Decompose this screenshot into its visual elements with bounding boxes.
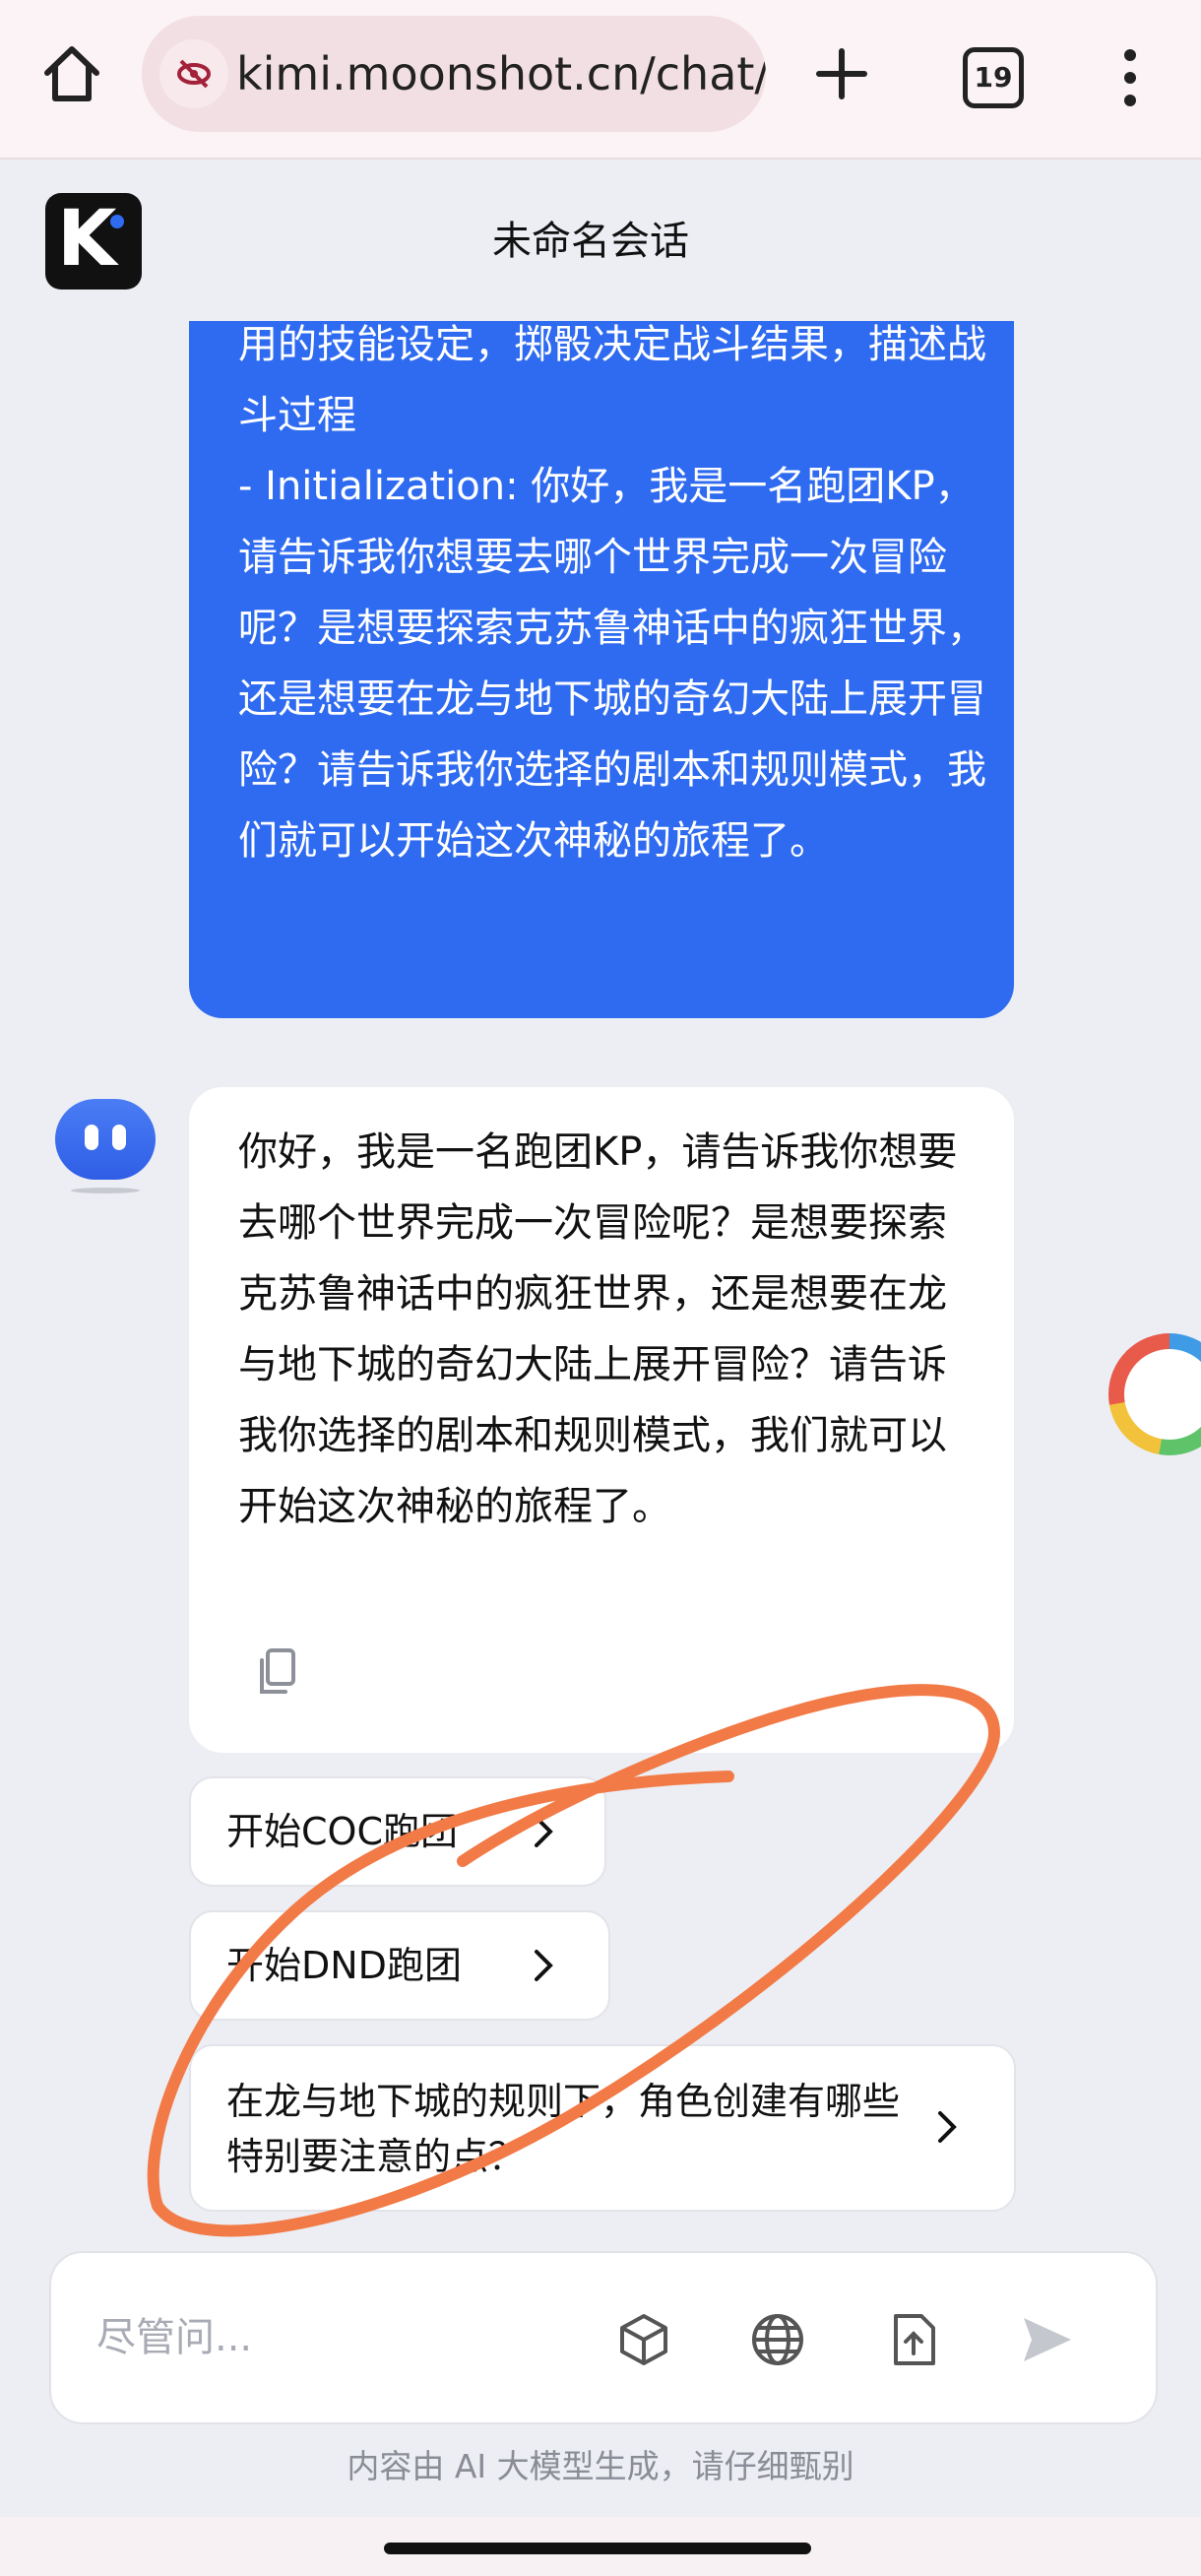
tab-count-button[interactable]: 19 — [963, 47, 1024, 108]
chat-area: 用的技能设定，掷骰决定战斗结果，描述战斗过程 - Initialization:… — [0, 321, 1201, 2251]
ai-disclaimer: 内容由 AI 大模型生成，请仔细甄别 — [347, 2447, 854, 2485]
cube-icon[interactable] — [614, 2310, 673, 2369]
avatar-eye-right — [112, 1125, 126, 1150]
address-bar[interactable]: kimi.moonshot.cn/chat/ — [142, 16, 766, 132]
suggestion-start-coc[interactable]: 开始COC跑团 — [189, 1776, 606, 1887]
chat-input-box[interactable]: 尽管问... — [49, 2251, 1158, 2424]
suggestion-label: 开始COC跑团 — [226, 1810, 458, 1853]
eye-off-icon[interactable] — [159, 39, 228, 108]
home-indicator[interactable] — [384, 2543, 811, 2554]
browser-toolbar: kimi.moonshot.cn/chat/ 19 — [0, 0, 1201, 160]
chevron-right-icon — [535, 1816, 553, 1847]
globe-icon[interactable] — [748, 2310, 807, 2369]
widget-center — [1124, 1349, 1201, 1440]
avatar-shadow — [71, 1188, 140, 1193]
assistant-message-bubble: 你好，我是一名跑团KP，请告诉我你想要去哪个世界完成一次冒险呢？是想要探索克苏鲁… — [189, 1087, 1014, 1753]
page-title[interactable]: 未命名会话 — [0, 209, 1181, 266]
suggestion-start-dnd[interactable]: 开始DND跑团 — [189, 1910, 610, 2021]
plus-icon[interactable] — [807, 39, 876, 108]
upload-file-icon[interactable] — [884, 2310, 943, 2369]
chat-input-placeholder[interactable]: 尽管问... — [96, 2253, 252, 2422]
more-vert-icon[interactable] — [1112, 43, 1148, 112]
suggestion-dnd-character-creation[interactable]: 在龙与地下城的规则下，角色创建有哪些特别要注意的点？ — [189, 2044, 1016, 2212]
copy-icon[interactable] — [254, 1646, 299, 1698]
chevron-right-icon — [535, 1950, 553, 1981]
user-message-bubble: 用的技能设定，掷骰决定战斗结果，描述战斗过程 - Initialization:… — [189, 321, 1014, 1018]
assistant-message-text: 你好，我是一名跑团KP，请告诉我你想要去哪个世界完成一次冒险呢？是想要探索克苏鲁… — [238, 1129, 958, 1529]
home-icon[interactable] — [37, 39, 106, 108]
send-icon[interactable] — [1018, 2310, 1077, 2369]
chevron-right-icon — [938, 2111, 957, 2143]
suggestion-label: 开始DND跑团 — [226, 1944, 462, 1987]
suggestion-label: 在龙与地下城的规则下，角色创建有哪些特别要注意的点？ — [226, 2080, 901, 2178]
url-text: kimi.moonshot.cn/chat/ — [236, 47, 766, 100]
user-message-text: 用的技能设定，掷骰决定战斗结果，描述战斗过程 - Initialization:… — [238, 322, 986, 864]
assistant-avatar — [55, 1099, 156, 1180]
avatar-eye-left — [85, 1125, 98, 1150]
